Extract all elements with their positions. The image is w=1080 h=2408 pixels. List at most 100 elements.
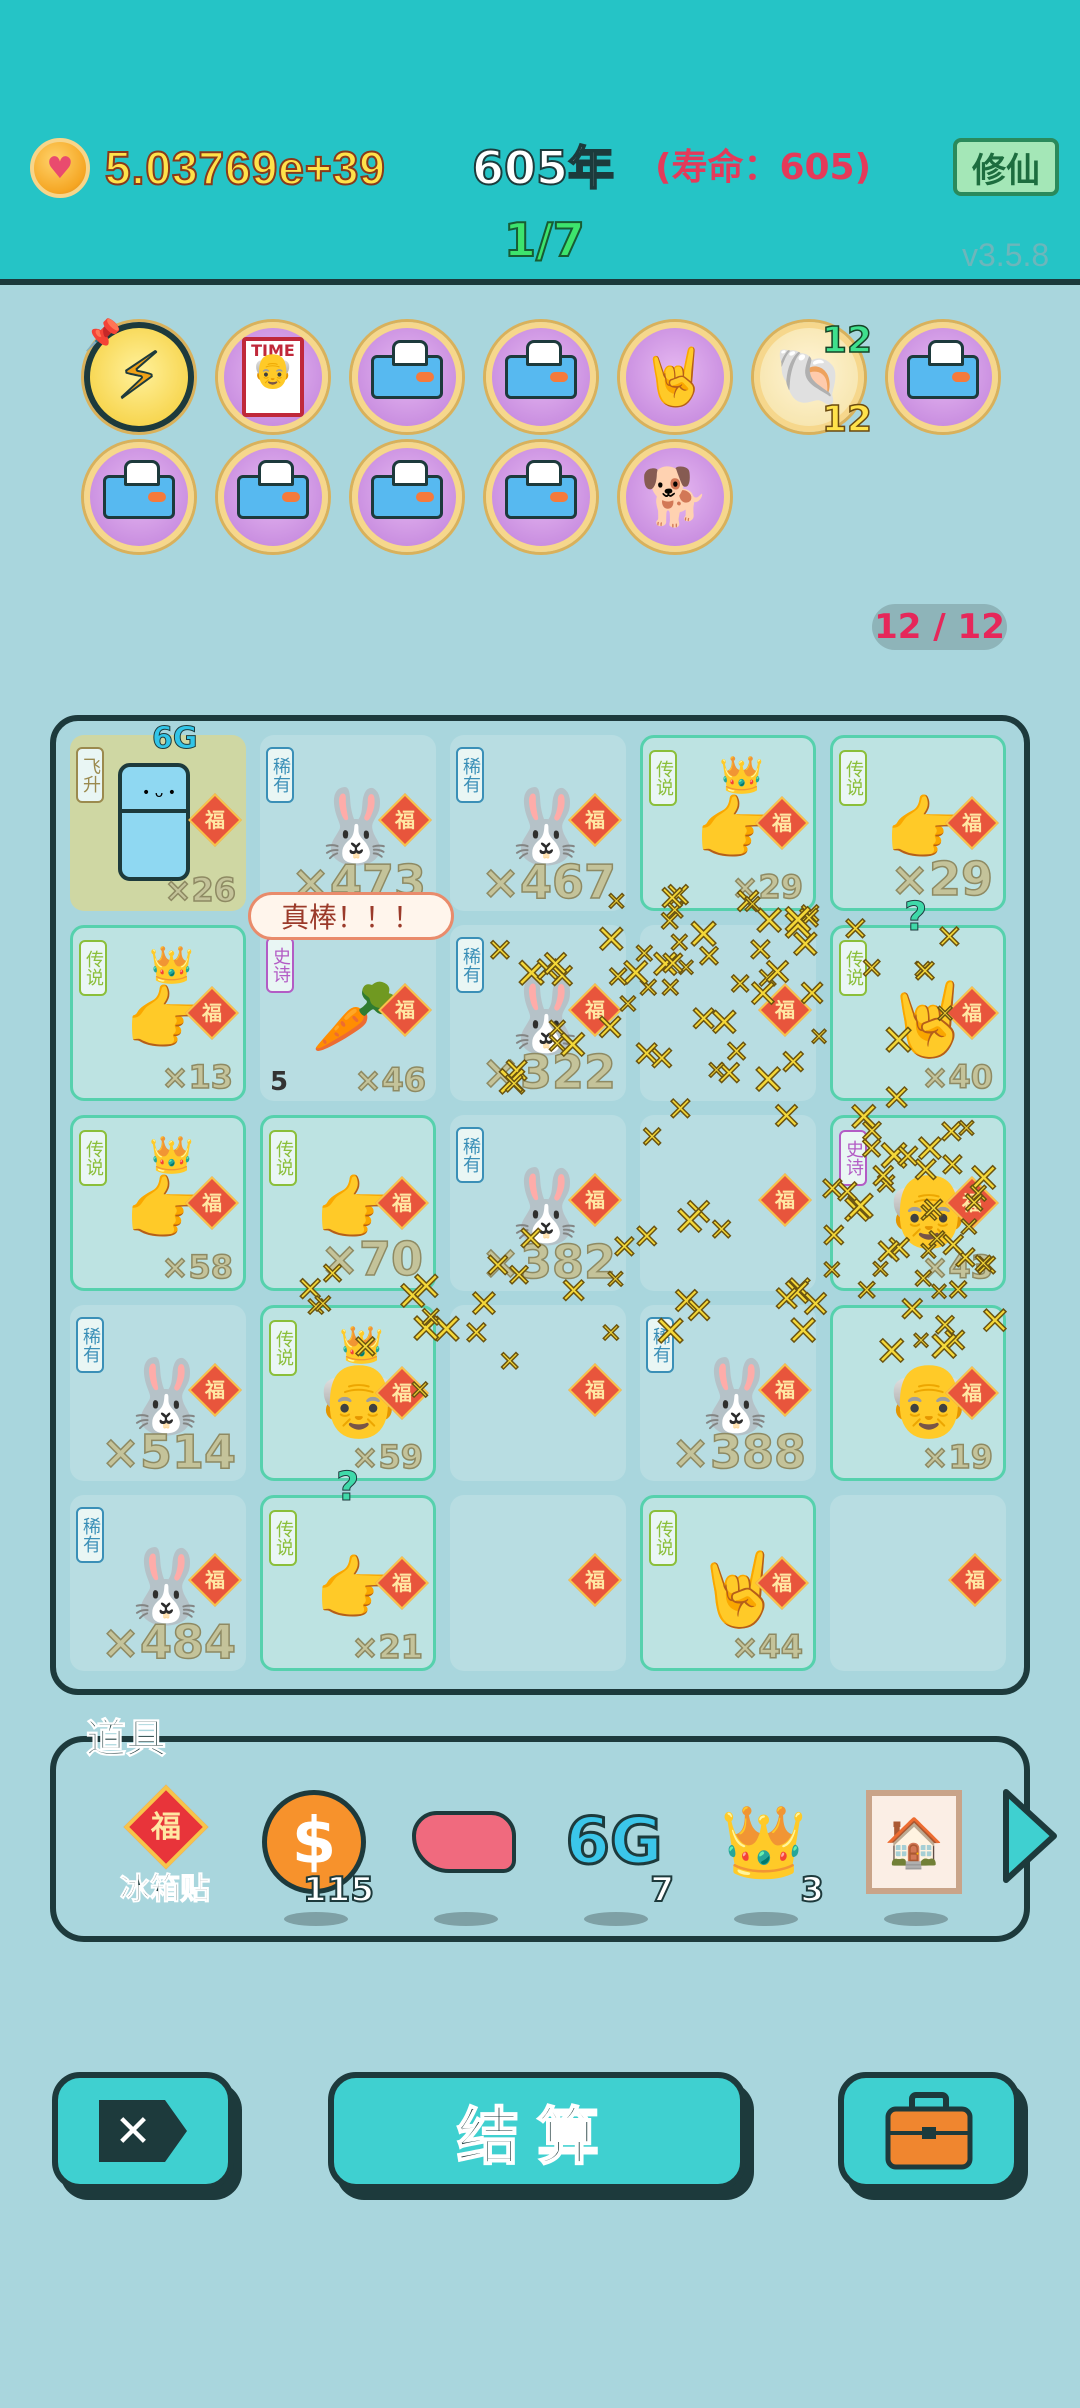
board-cell[interactable]: 稀有 🐰 福 ×322 xyxy=(450,925,626,1101)
rarity-tag: 传说 xyxy=(79,940,107,996)
board-cell[interactable]: 传说 👉 福 ×70 xyxy=(260,1115,436,1291)
rarity-tag: 传说 xyxy=(79,1130,107,1186)
settle-button[interactable]: 结算 xyxy=(328,2072,746,2190)
fu-label: 福 xyxy=(202,1001,222,1025)
fu-label: 福 xyxy=(775,1188,795,1212)
tool-picture[interactable]: 🏠 xyxy=(854,1782,974,1926)
currency-amount: 5.03769e+39 xyxy=(104,141,386,195)
board-cell[interactable]: 稀有 🐰 福 ×467 xyxy=(450,735,626,911)
tissue-badge[interactable] xyxy=(84,442,194,552)
board-cell[interactable]: 传说 👉 福 ×29 xyxy=(830,735,1006,911)
tool-liver[interactable] xyxy=(404,1782,524,1926)
board-cell[interactable]: 稀有 🐰 福 ×484 xyxy=(70,1495,246,1671)
fu-diamond-icon: 福 xyxy=(948,1553,1002,1607)
tissue-badge[interactable] xyxy=(352,442,462,552)
tool-6g[interactable]: 6G 7 xyxy=(554,1782,675,1926)
tissue-box-icon xyxy=(505,460,577,519)
multiplier-label: ×46 xyxy=(354,1060,427,1100)
board-cell[interactable]: 稀有 🐰 福 ×514 xyxy=(70,1305,246,1481)
fu-label: 福 xyxy=(585,1568,605,1592)
rock-hand-badge[interactable]: 🤘 xyxy=(620,322,730,432)
tools-panel: 福 冰箱贴 $ 115 6G 7 👑 3 🏠 xyxy=(50,1736,1030,1942)
board-cell[interactable]: 传说 🤘 福 ×40 xyxy=(830,925,1006,1101)
framed-picture-icon: 🏠 xyxy=(866,1790,962,1894)
tool-shadow xyxy=(284,1912,348,1926)
fu-label: 福 xyxy=(151,1810,181,1845)
board-cell[interactable]: 福 xyxy=(450,1495,626,1671)
multiplier-label: ×13 xyxy=(161,1057,234,1097)
lightning-icon: ⚡ xyxy=(116,339,163,415)
close-button[interactable]: ✕ xyxy=(52,2072,234,2190)
fu-diamond-icon: 福 xyxy=(758,983,812,1037)
board-cell[interactable]: 福 xyxy=(640,925,816,1101)
board-cell[interactable]: 传说 👉 福 ×21 xyxy=(260,1495,436,1671)
tool-fridge-magnet[interactable]: 福 冰箱贴 xyxy=(106,1782,226,1908)
pin-icon: 📌 xyxy=(84,318,122,353)
board-cell[interactable]: 史诗 👴 福 ×43 xyxy=(830,1115,1006,1291)
fu-label: 福 xyxy=(962,811,982,835)
tissue-badge[interactable] xyxy=(486,322,596,432)
board-cell[interactable]: 传说 👑 👉 福 ×58 xyxy=(70,1115,246,1291)
stage-progress: 1/7 xyxy=(503,212,586,268)
rarity-tag: 传说 xyxy=(269,1510,297,1566)
time-magazine-badge[interactable]: TIME 👴 xyxy=(218,322,328,432)
multiplier-label: ×382 xyxy=(481,1234,617,1290)
fu-label: 福 xyxy=(585,1378,605,1402)
fu-label: 福 xyxy=(395,998,415,1022)
next-arrow-icon[interactable] xyxy=(1000,1786,1060,1886)
board-cell[interactable]: 飞升 • ᴗ • 6G 福 ×26 xyxy=(70,721,246,911)
rarity-tag: 传说 xyxy=(649,1510,677,1566)
board-cell[interactable]: 传说 👑 👉 福 ×29 xyxy=(640,735,816,911)
tool-crown[interactable]: 👑 3 xyxy=(704,1782,825,1926)
tool-shadow xyxy=(734,1912,798,1926)
bag-button[interactable] xyxy=(838,2072,1020,2190)
rarity-tag: 传说 xyxy=(839,750,867,806)
board-cell[interactable]: 稀有 🐰 福 ×382 xyxy=(450,1115,626,1291)
fu-label: 福 xyxy=(775,1378,795,1402)
rarity-tag: 传说 xyxy=(839,940,867,996)
multiplier-label: ×44 xyxy=(731,1627,804,1667)
fridge-icon: • ᴗ • xyxy=(118,763,190,881)
rarity-tag: 稀有 xyxy=(76,1507,104,1563)
fu-label: 福 xyxy=(585,998,605,1022)
tool-shadow xyxy=(884,1912,948,1926)
tool-name: 冰箱贴 xyxy=(120,1872,211,1908)
capacity-counter: 12 / 12 xyxy=(872,604,1007,650)
multiplier-label: ×21 xyxy=(351,1627,424,1667)
tool-quantity: 3 xyxy=(799,1869,825,1911)
top-status-bar: ♥ 5.03769e+39 605年 (寿命：605) 修仙 1/7 v3.5.… xyxy=(0,0,1080,285)
tissue-badge[interactable] xyxy=(218,442,328,552)
6g-icon: 6G xyxy=(564,1804,664,1881)
board-cell[interactable]: 稀有 🐰 福 ×473 xyxy=(260,735,436,911)
tissue-badge[interactable] xyxy=(888,322,998,432)
board-cell[interactable]: 传说 👑 👉 福 ×13 xyxy=(70,925,246,1101)
cultivate-button[interactable]: 修仙 xyxy=(953,138,1059,196)
multiplier-label: ×467 xyxy=(481,854,617,910)
lightning-badge[interactable]: ⚡ 📌 xyxy=(84,318,194,432)
tissue-badge[interactable] xyxy=(486,442,596,552)
tool-coin[interactable]: $ 115 xyxy=(254,1782,375,1926)
board-cell[interactable]: 福 xyxy=(640,1115,816,1291)
rarity-tag: 稀有 xyxy=(646,1317,674,1373)
fu-label: 福 xyxy=(395,808,415,832)
rarity-tag: 稀有 xyxy=(76,1317,104,1373)
game-board: 飞升 • ᴗ • 6G 福 ×26 稀有 🐰 福 ×473 稀有 🐰 福 ×467 传说 👑 👉 福 ×29 传说 👉… xyxy=(50,715,1030,1695)
board-cell[interactable]: 福 xyxy=(450,1305,626,1481)
board-cell[interactable]: 福 xyxy=(830,1495,1006,1671)
board-cell[interactable]: 传说 🤘 福 ×44 xyxy=(640,1495,816,1671)
tools-label: 道具 xyxy=(86,1716,167,1763)
multiplier-label: ×70 xyxy=(320,1231,424,1287)
shell-badge[interactable]: 🐚 12 12 xyxy=(754,319,873,441)
fu-label: 福 xyxy=(202,1191,222,1215)
fu-label: 福 xyxy=(205,1378,225,1402)
husky-badge[interactable]: 🐕 xyxy=(620,442,730,552)
tissue-badge[interactable] xyxy=(352,322,462,432)
fu-label: 福 xyxy=(392,1571,412,1595)
board-cell[interactable]: 史诗 🥕 福 ×46 5 xyxy=(260,925,436,1101)
fu-label: 福 xyxy=(772,1571,792,1595)
settle-label: 结算 xyxy=(456,2099,617,2174)
board-cell[interactable]: 传说 👑 👴 福 ×59 xyxy=(260,1305,436,1481)
tissue-box-icon xyxy=(907,340,979,399)
board-cell[interactable]: 👴 福 ×19 xyxy=(830,1305,1006,1481)
board-cell[interactable]: 稀有 🐰 福 ×388 xyxy=(640,1305,816,1481)
